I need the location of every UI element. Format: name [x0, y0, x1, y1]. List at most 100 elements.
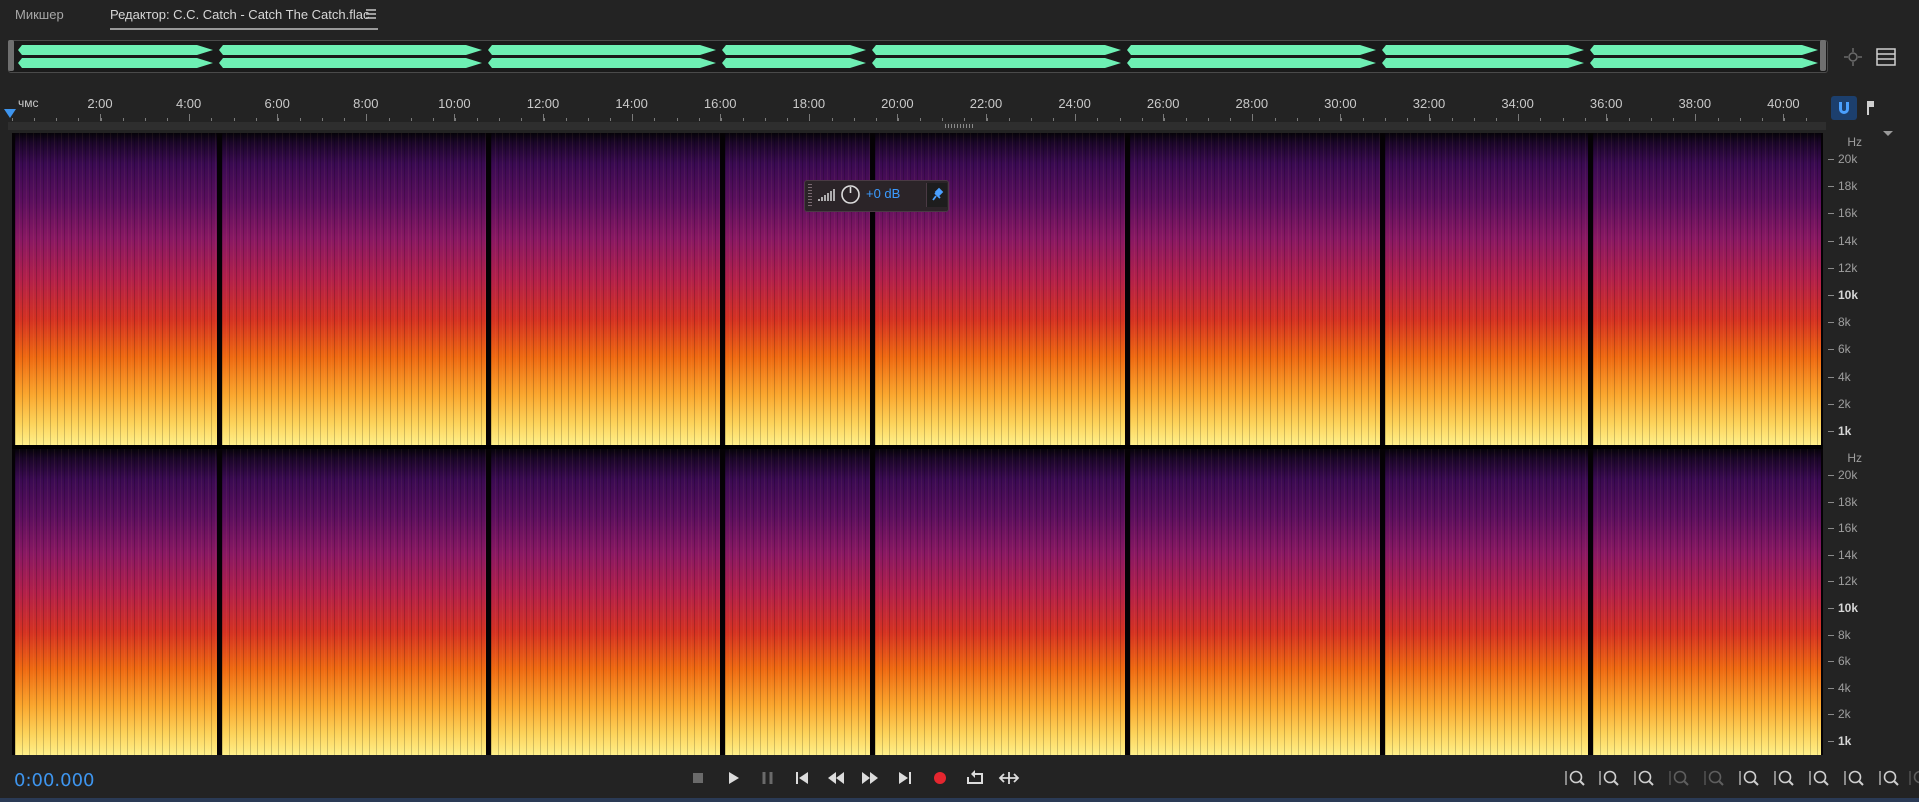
frequency-tick	[1828, 159, 1834, 160]
zoom-out-full-button[interactable]	[1736, 765, 1762, 791]
tab-editor[interactable]: Редактор: C.C. Catch - Catch The Catch.f…	[110, 7, 369, 22]
ruler-minor-tick	[898, 118, 899, 121]
snap-toggle-button[interactable]	[1831, 96, 1857, 120]
frequency-label: 14k	[1838, 547, 1858, 562]
loop-button[interactable]	[962, 765, 988, 791]
ruler-minor-tick	[1385, 118, 1387, 121]
skip-to-start-button[interactable]	[789, 765, 815, 791]
ruler-tick-label: 28:00	[1235, 96, 1269, 111]
active-tab-indicator	[110, 28, 378, 30]
frequency-label: 2k	[1838, 707, 1851, 722]
zoom-to-selection-icon	[1844, 770, 1864, 786]
frequency-tick	[1828, 714, 1834, 716]
zoom-out-amplitude-icon	[1599, 770, 1619, 786]
volume-gain-value: +0 dB	[866, 186, 901, 201]
overview-wave-segment	[219, 58, 482, 68]
ruler-tick-label: 24:00	[1058, 96, 1091, 111]
overview-waveform[interactable]	[8, 40, 1828, 73]
frequency-tick	[1828, 554, 1834, 556]
zoom-tool-icon	[1909, 770, 1919, 785]
pause-button[interactable]	[755, 765, 781, 791]
zoom-in-time-button[interactable]	[1631, 765, 1657, 791]
spectrogram-segment	[1593, 449, 1821, 755]
hud-drag-handle[interactable]	[808, 184, 812, 206]
ruler-minor-tick	[432, 118, 434, 121]
zoom-in-selection-icon	[1704, 770, 1724, 786]
overview-wave-segment	[872, 45, 1121, 55]
zoom-tool-button[interactable]	[1906, 765, 1919, 791]
zoom-selection-right-icon	[1809, 770, 1829, 786]
ruler-minor-tick	[122, 118, 124, 121]
zoom-selection-left-button[interactable]	[1771, 765, 1797, 791]
ruler-minor-tick	[875, 118, 877, 121]
record-button[interactable]	[927, 765, 953, 791]
add-marker-button[interactable]	[1862, 98, 1878, 118]
ruler-minor-tick	[366, 118, 368, 121]
zoom-reset-button[interactable]	[1876, 765, 1902, 791]
time-ruler[interactable]: чмс 2:00 4:00 6:00 8:00 10:00 12:00 14:00 16:00…	[8, 94, 1826, 122]
ruler-minor-tick	[410, 118, 412, 121]
ruler-tick-label: 2:00	[87, 96, 113, 111]
skip-selection-button[interactable]	[996, 765, 1022, 791]
time-format-label[interactable]: чмс	[18, 96, 39, 110]
zoom-out-time-button[interactable]	[1666, 765, 1692, 791]
play-button[interactable]	[720, 765, 746, 791]
horizontal-scrollbar[interactable]	[8, 122, 1826, 130]
ruler-minor-tick	[1407, 118, 1409, 121]
overview-handle-right[interactable]	[1820, 40, 1826, 71]
frequency-tick	[1828, 528, 1834, 530]
spectrogram-channel-right[interactable]	[12, 449, 1823, 755]
ruler-minor-tick	[1053, 118, 1055, 121]
overview-wave-segment	[722, 45, 866, 55]
overview-wave-segment	[488, 58, 716, 68]
overview-handle-left[interactable]	[8, 40, 14, 71]
zoom-to-selection-button[interactable]	[1841, 765, 1867, 791]
ruler-minor-tick	[543, 118, 545, 121]
spectrogram-segment	[1130, 133, 1380, 445]
rewind-button[interactable]	[823, 765, 849, 791]
ruler-minor-tick	[499, 118, 501, 121]
ruler-tick-label: 20:00	[881, 96, 914, 111]
zoom-out-amplitude-button[interactable]	[1596, 765, 1622, 791]
ruler-minor-tick	[167, 118, 169, 121]
frequency-label: 16k	[1838, 206, 1858, 221]
ruler-tick-label: 10:00	[438, 96, 471, 111]
panel-menu-icon[interactable]	[365, 7, 377, 19]
zoom-in-selection-button[interactable]	[1701, 765, 1727, 791]
hud-pin-button[interactable]	[926, 183, 947, 207]
fast-forward-button[interactable]	[857, 765, 883, 791]
frequency-tick	[1828, 403, 1834, 405]
frequency-tick	[1828, 501, 1834, 503]
playhead-icon[interactable]	[4, 108, 16, 120]
frequency-tick	[1828, 475, 1834, 476]
stop-button[interactable]	[685, 765, 711, 791]
rewind-icon	[828, 772, 844, 784]
marker-icon	[1866, 101, 1874, 115]
skip-to-start-icon	[796, 772, 808, 784]
volume-knob-icon[interactable]	[840, 184, 861, 205]
magnet-icon	[1839, 102, 1849, 114]
skip-to-end-button[interactable]	[892, 765, 918, 791]
panel-options-icon[interactable]	[1876, 48, 1896, 66]
zoom-selection-right-button[interactable]	[1806, 765, 1832, 791]
ruler-minor-tick	[1318, 118, 1320, 121]
ruler-tick-label: 18:00	[792, 96, 826, 111]
play-icon	[729, 772, 739, 784]
ruler-tick-label: 4:00	[175, 96, 202, 111]
ruler-tick-label: 22:00	[969, 96, 1003, 111]
ruler-minor-tick	[521, 118, 523, 121]
overview-wave-segment	[1382, 45, 1584, 55]
zoom-navigator-icon[interactable]	[1842, 46, 1864, 68]
scrollbar-grip[interactable]	[945, 124, 975, 128]
ruler-tick-label: 30:00	[1324, 96, 1357, 111]
collapse-arrow-icon[interactable]	[1883, 124, 1893, 136]
ruler-minor-tick	[1141, 118, 1143, 121]
ruler-minor-tick	[100, 118, 102, 121]
zoom-in-amplitude-button[interactable]	[1562, 765, 1588, 791]
tab-mixer[interactable]: Микшер	[15, 7, 64, 22]
spectrogram-segment	[15, 133, 217, 445]
frequency-label: 10k	[1838, 288, 1859, 302]
current-time-display[interactable]: 0:00.000	[14, 770, 95, 791]
spectrogram-segment	[491, 133, 720, 445]
ruler-minor-tick	[1097, 118, 1099, 121]
